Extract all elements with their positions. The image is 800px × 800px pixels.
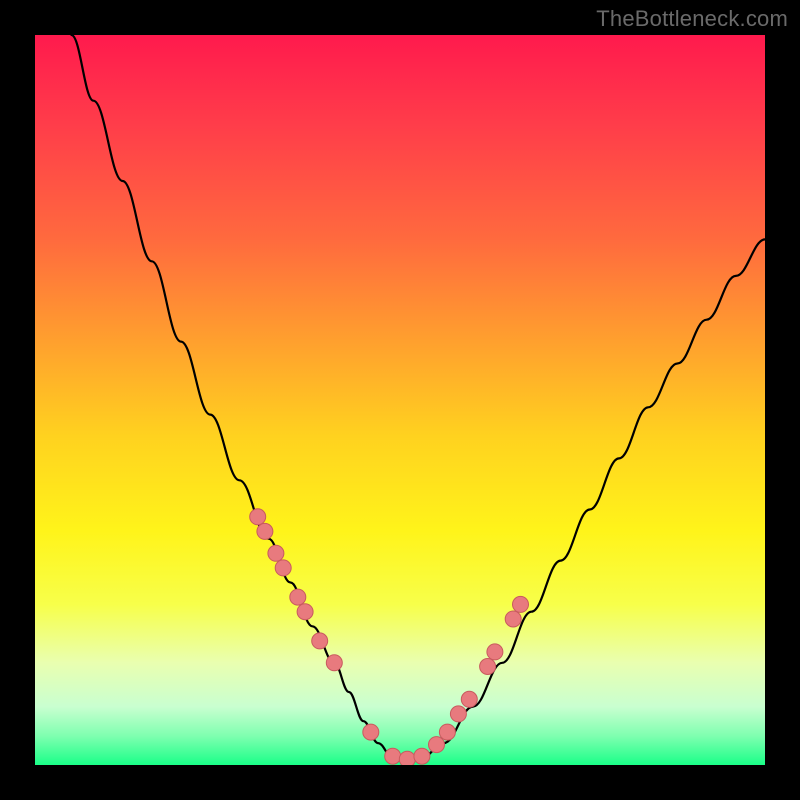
watermark-text: TheBottleneck.com [596, 6, 788, 32]
highlight-dot [480, 659, 496, 675]
bottleneck-curve [72, 35, 766, 761]
highlight-dot [414, 748, 430, 764]
highlight-dot [326, 655, 342, 671]
highlight-dot [257, 523, 273, 539]
highlight-dot [513, 596, 529, 612]
highlight-dot [487, 644, 503, 660]
highlight-dot [290, 589, 306, 605]
highlight-dot [275, 560, 291, 576]
highlight-dot [450, 706, 466, 722]
highlight-dot [363, 724, 379, 740]
highlight-dot [297, 604, 313, 620]
highlight-dot [268, 545, 284, 561]
highlight-dot [505, 611, 521, 627]
highlight-dot [461, 691, 477, 707]
outer-frame: TheBottleneck.com [0, 0, 800, 800]
chart-overlay [35, 35, 765, 765]
highlight-dot [399, 751, 415, 765]
plot-area [35, 35, 765, 765]
highlight-dot [312, 633, 328, 649]
highlight-dot [385, 748, 401, 764]
highlight-dot [250, 509, 266, 525]
highlight-dot [429, 737, 445, 753]
highlight-dot [439, 724, 455, 740]
highlight-dots-group [250, 509, 529, 765]
